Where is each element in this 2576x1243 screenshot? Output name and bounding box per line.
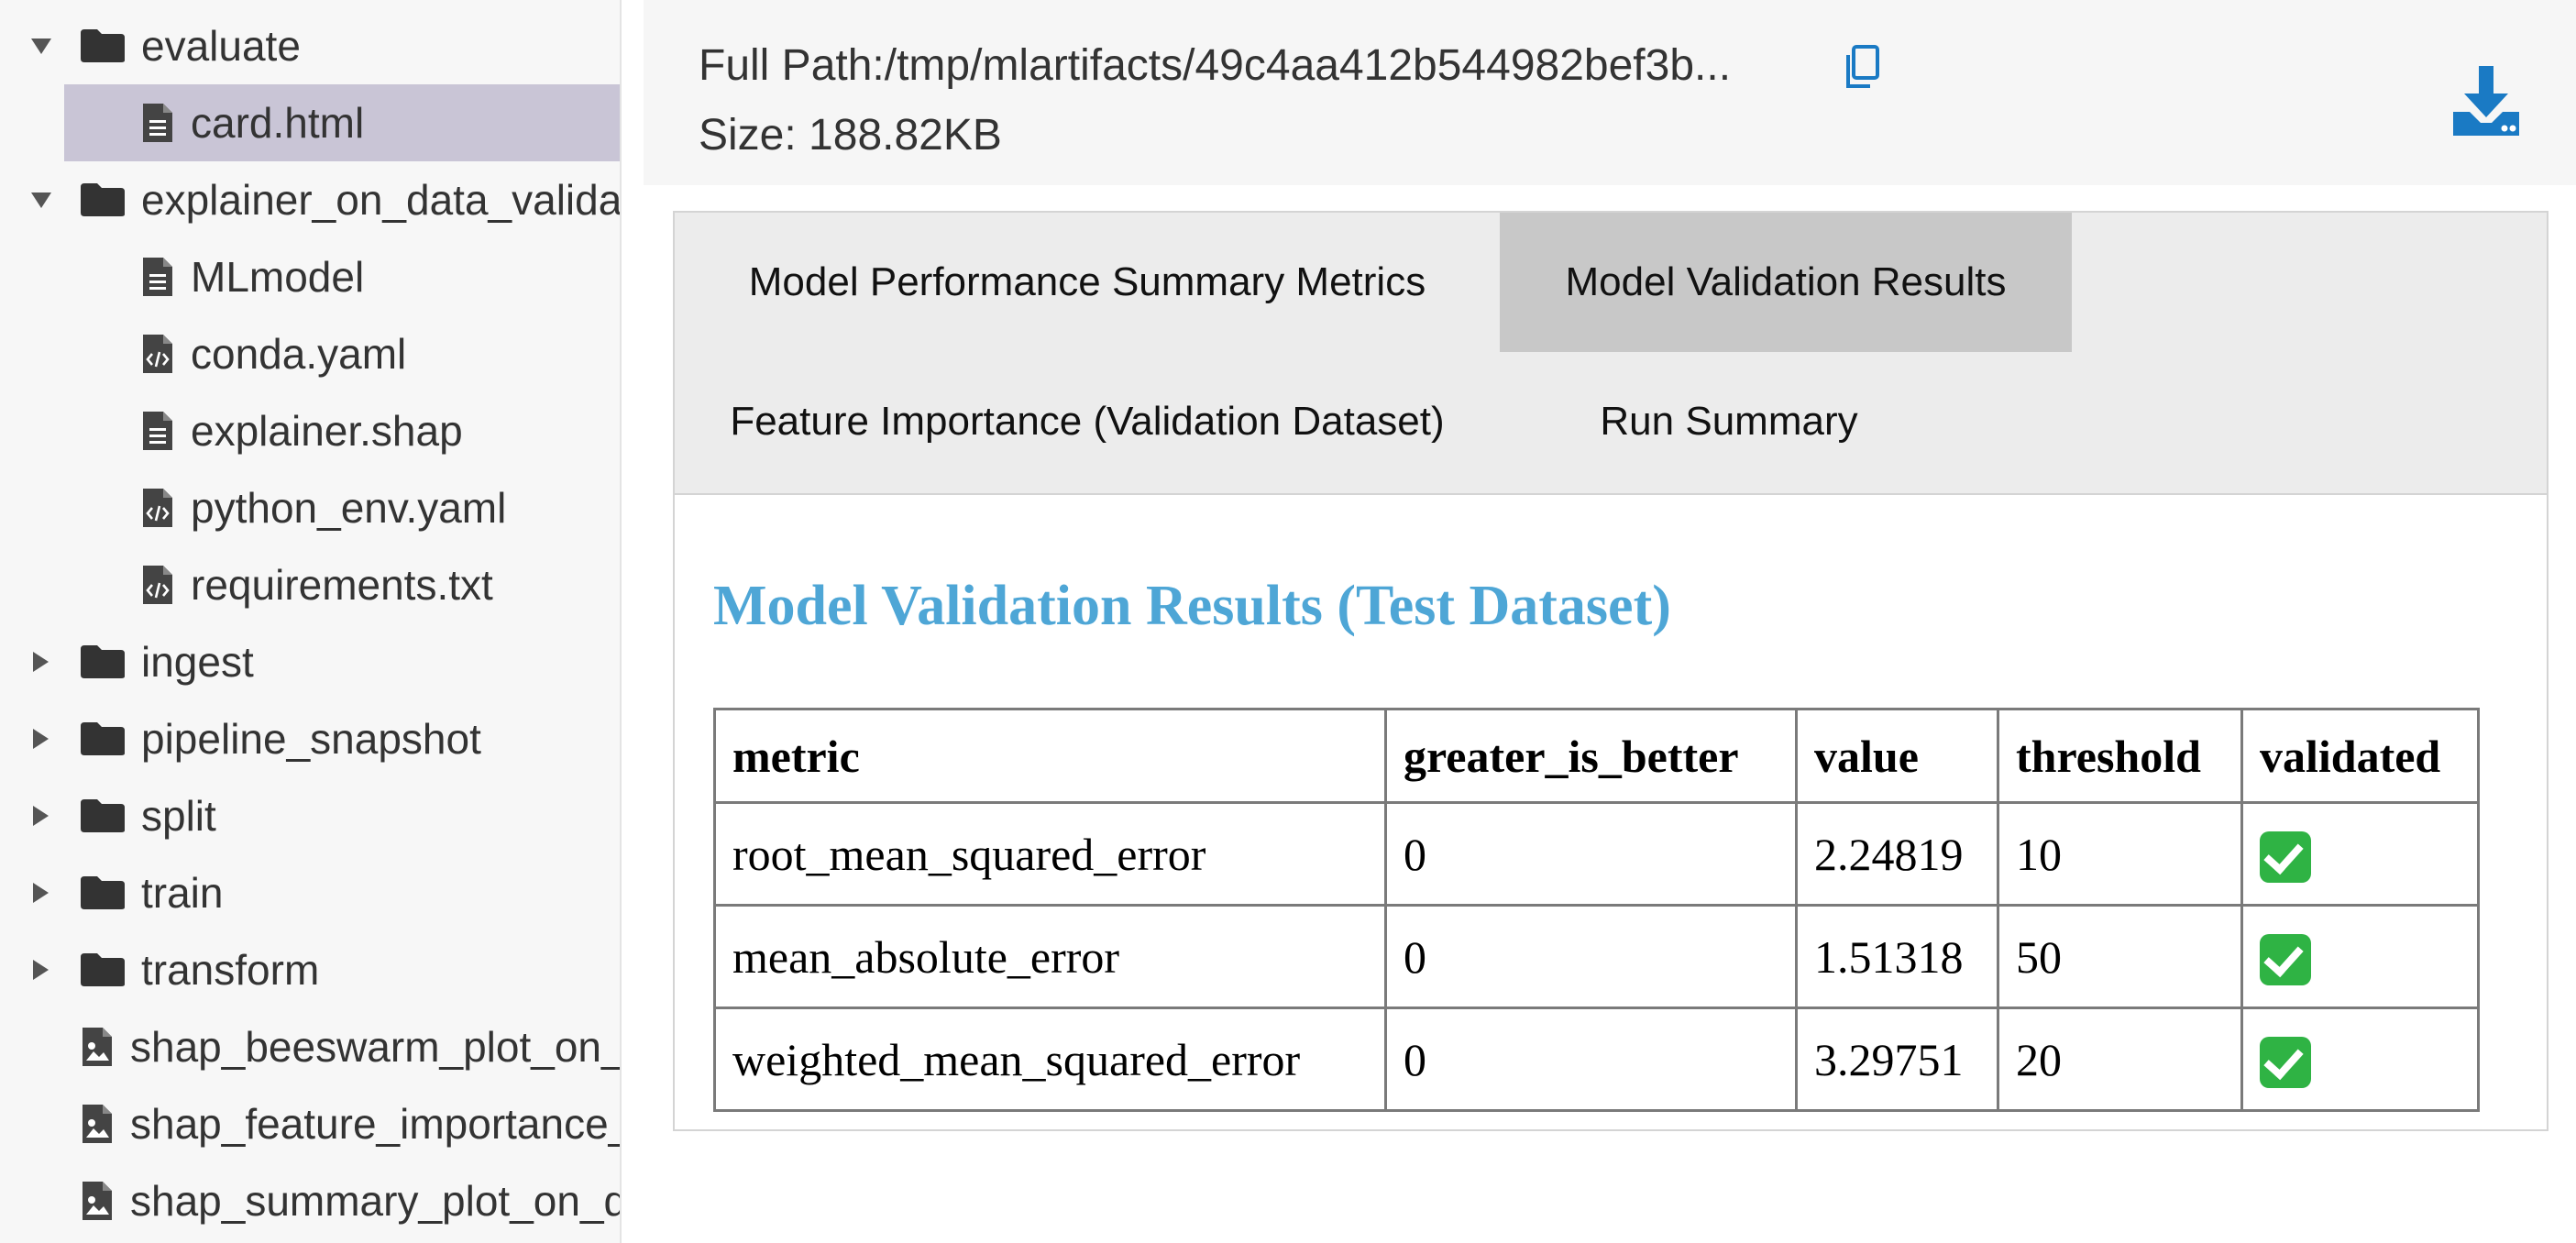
column-header-greater-is-better: greater_is_better: [1384, 708, 1798, 804]
check-icon: [2260, 1036, 2311, 1088]
tree-file-card-html[interactable]: card.html: [64, 84, 620, 161]
cell-greater-is-better: 0: [1384, 1006, 1798, 1112]
tree-item-label: transform: [141, 946, 320, 994]
tree-folder-evaluate[interactable]: evaluate: [0, 7, 620, 84]
tree-file-mlmodel[interactable]: MLmodel: [0, 238, 620, 315]
folder-icon: [81, 722, 125, 755]
caret-right-icon[interactable]: [33, 960, 49, 980]
artifact-size: Size: 188.82KB: [699, 111, 1002, 160]
tree-item-label: MLmodel: [191, 253, 365, 301]
cell-metric: weighted_mean_squared_error: [713, 1006, 1387, 1112]
copy-icon[interactable]: [1843, 44, 1881, 92]
cell-threshold: 50: [1997, 904, 2243, 1009]
tree-file-shap-feature-importance-plot[interactable]: shap_feature_importance_plot_on_data_val…: [0, 1085, 620, 1162]
tree-folder-train[interactable]: train: [0, 854, 620, 931]
folder-icon: [81, 876, 125, 909]
cell-threshold: 20: [1997, 1006, 2243, 1112]
cell-metric: root_mean_squared_error: [713, 801, 1387, 907]
tab-feature-importance-validation-dataset[interactable]: Feature Importance (Validation Dataset): [675, 352, 1500, 491]
tree-item-label: ingest: [141, 638, 254, 686]
file-image-icon: [83, 1028, 112, 1066]
tree-file-conda-yaml[interactable]: conda.yaml: [0, 315, 620, 392]
cell-value: 3.29751: [1795, 1006, 1999, 1112]
caret-down-icon[interactable]: [31, 192, 51, 208]
tree-item-label: card.html: [191, 99, 365, 147]
download-icon[interactable]: [2451, 64, 2521, 138]
cell-threshold: 10: [1997, 801, 2243, 907]
cell-value: 2.24819: [1795, 801, 1999, 907]
file-tree-sidebar: evaluate card.html explainer_on_data_val…: [0, 0, 622, 1243]
validation-results-table: metric greater_is_better value threshold…: [713, 708, 2480, 1112]
check-icon: [2260, 933, 2311, 985]
column-header-validated: validated: [2240, 708, 2480, 804]
cell-validated: [2240, 1006, 2480, 1112]
tree-item-label: explainer.shap: [191, 407, 463, 455]
tree-item-label: split: [141, 792, 216, 840]
file-text-icon: [143, 258, 172, 296]
caret-right-icon[interactable]: [33, 729, 49, 749]
tab-model-validation-results[interactable]: Model Validation Results: [1500, 213, 2072, 352]
table-row: mean_absolute_error 0 1.51318 50: [713, 904, 2480, 1009]
column-header-threshold: threshold: [1997, 708, 2243, 804]
cell-validated: [2240, 904, 2480, 1009]
caret-right-icon[interactable]: [33, 883, 49, 903]
folder-icon: [81, 799, 125, 832]
column-header-metric: metric: [713, 708, 1387, 804]
tree-item-label: explainer_on_data_validation: [141, 176, 622, 224]
tree-file-shap-summary-plot[interactable]: shap_summary_plot_on_data_validation: [0, 1162, 622, 1239]
caret-right-icon[interactable]: [33, 806, 49, 826]
tree-item-label: requirements.txt: [191, 561, 493, 609]
tab-run-summary[interactable]: Run Summary: [1500, 352, 1958, 491]
tree-item-label: conda.yaml: [191, 330, 407, 378]
file-image-icon: [83, 1182, 112, 1220]
check-icon: [2260, 830, 2311, 883]
cell-greater-is-better: 0: [1384, 904, 1798, 1009]
artifact-preview-panel: Full Path:/tmp/mlartifacts/49c4aa412b544…: [644, 0, 2576, 1243]
tree-folder-ingest[interactable]: ingest: [0, 623, 620, 700]
tree-item-label: train: [141, 869, 224, 917]
tab-model-performance-summary-metrics[interactable]: Model Performance Summary Metrics: [675, 213, 1500, 352]
file-code-icon: [143, 335, 172, 373]
table-header-row: metric greater_is_better value threshold…: [713, 708, 2480, 804]
section-title: Model Validation Results (Test Dataset): [713, 575, 1671, 637]
tree-item-label: pipeline_snapshot: [141, 715, 481, 763]
folder-icon: [81, 183, 125, 216]
card-html-preview: Model Performance Summary Metrics Model …: [673, 211, 2548, 1131]
column-header-value: value: [1795, 708, 1999, 804]
cell-value: 1.51318: [1795, 904, 1999, 1009]
tree-item-label: shap_feature_importance_plot_on_data_val…: [130, 1100, 620, 1148]
tree-folder-transform[interactable]: transform: [0, 931, 620, 1008]
cell-greater-is-better: 0: [1384, 801, 1798, 907]
file-code-icon: [143, 489, 172, 527]
tree-file-python-env-yaml[interactable]: python_env.yaml: [0, 469, 620, 546]
cell-metric: mean_absolute_error: [713, 904, 1387, 1009]
tree-item-label: shap_summary_plot_on_data_validation: [130, 1177, 622, 1225]
file-text-icon: [143, 104, 172, 142]
tree-file-requirements-txt[interactable]: requirements.txt: [0, 546, 620, 623]
file-code-icon: [143, 566, 172, 604]
file-text-icon: [143, 412, 172, 450]
cell-validated: [2240, 801, 2480, 907]
caret-down-icon[interactable]: [31, 38, 51, 54]
tab-bar: Model Performance Summary Metrics Model …: [675, 213, 2547, 495]
tree-item-label: python_env.yaml: [191, 484, 507, 532]
folder-icon: [81, 953, 125, 986]
table-row: root_mean_squared_error 0 2.24819 10: [713, 801, 2480, 907]
tree-folder-split[interactable]: split: [0, 777, 620, 854]
artifact-info-bar: Full Path:/tmp/mlartifacts/49c4aa412b544…: [644, 0, 2576, 185]
tree-file-shap-beeswarm-plot[interactable]: shap_beeswarm_plot_on_data_validation: [0, 1008, 622, 1085]
artifact-full-path: Full Path:/tmp/mlartifacts/49c4aa412b544…: [699, 41, 1732, 90]
tree-folder-pipeline-snapshot[interactable]: pipeline_snapshot: [0, 700, 620, 777]
caret-right-icon[interactable]: [33, 652, 49, 672]
folder-icon: [81, 29, 125, 62]
tree-file-explainer-shap[interactable]: explainer.shap: [0, 392, 620, 469]
folder-icon: [81, 645, 125, 678]
tree-item-label: shap_beeswarm_plot_on_data_validation: [130, 1023, 622, 1071]
tree-folder-explainer-on-data-validation[interactable]: explainer_on_data_validation: [0, 161, 622, 238]
file-image-icon: [83, 1105, 112, 1143]
tree-item-label: evaluate: [141, 22, 301, 70]
table-row: weighted_mean_squared_error 0 3.29751 20: [713, 1006, 2480, 1112]
